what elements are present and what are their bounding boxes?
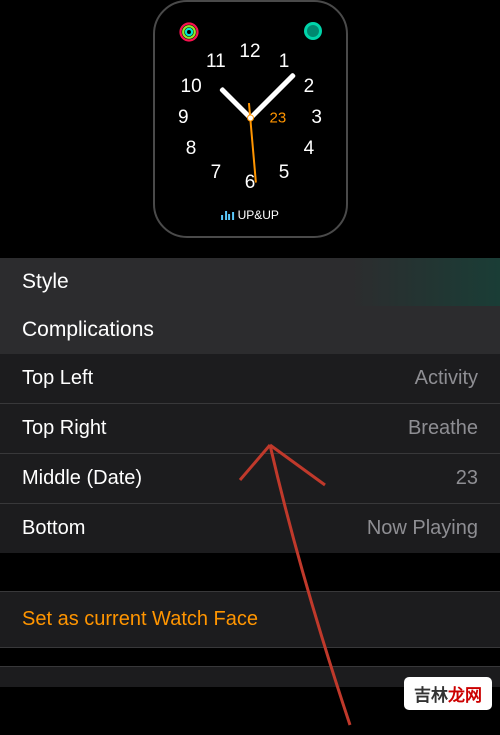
clock-10: 10 — [181, 76, 202, 98]
clock-face: 12 1 2 3 4 5 6 7 8 9 10 11 23 — [173, 40, 328, 195]
row-label: Top Left — [22, 367, 93, 390]
clock-9: 9 — [178, 107, 189, 129]
complications-list: Top Left Activity Top Right Breathe Midd… — [0, 354, 500, 553]
watermark: 吉林龙网 — [404, 677, 492, 710]
section-complications-label: Complications — [22, 318, 154, 341]
clock-4: 4 — [304, 138, 315, 160]
row-value: 23 — [456, 467, 478, 490]
now-playing-complication: UP&UP — [221, 208, 279, 222]
row-value: Breathe — [408, 417, 478, 440]
watermark-text-2: 龙网 — [448, 686, 482, 705]
clock-3: 3 — [311, 107, 322, 129]
audio-bars-icon — [221, 210, 234, 220]
row-bottom[interactable]: Bottom Now Playing — [0, 504, 500, 553]
section-style-label: Style — [22, 270, 69, 293]
row-top-right[interactable]: Top Right Breathe — [0, 404, 500, 454]
row-label: Top Right — [22, 417, 107, 440]
watch-face-preview[interactable]: 12 1 2 3 4 5 6 7 8 9 10 11 23 UP&UP — [0, 0, 500, 258]
date-complication: 23 — [270, 109, 287, 126]
row-value: Now Playing — [367, 517, 478, 540]
clock-6: 6 — [245, 172, 256, 194]
row-label: Bottom — [22, 517, 85, 540]
section-style[interactable]: Style — [0, 258, 500, 306]
row-top-left[interactable]: Top Left Activity — [0, 354, 500, 404]
clock-2: 2 — [304, 76, 315, 98]
clock-center — [247, 114, 254, 121]
watch-frame: 12 1 2 3 4 5 6 7 8 9 10 11 23 UP&UP — [153, 0, 348, 238]
watermark-text-1: 吉林 — [414, 686, 448, 705]
row-middle-date[interactable]: Middle (Date) 23 — [0, 454, 500, 504]
clock-1: 1 — [279, 51, 290, 73]
row-value: Activity — [415, 367, 478, 390]
clock-8: 8 — [186, 138, 197, 160]
clock-11: 11 — [206, 51, 226, 73]
set-watch-face-label: Set as current Watch Face — [22, 608, 258, 630]
clock-7: 7 — [211, 162, 222, 184]
section-complications: Complications — [0, 306, 500, 354]
clock-12: 12 — [239, 41, 260, 63]
breathe-icon — [304, 22, 322, 40]
clock-5: 5 — [279, 162, 290, 184]
set-watch-face-button[interactable]: Set as current Watch Face — [0, 591, 500, 648]
now-playing-label: UP&UP — [238, 208, 279, 222]
row-label: Middle (Date) — [22, 467, 142, 490]
